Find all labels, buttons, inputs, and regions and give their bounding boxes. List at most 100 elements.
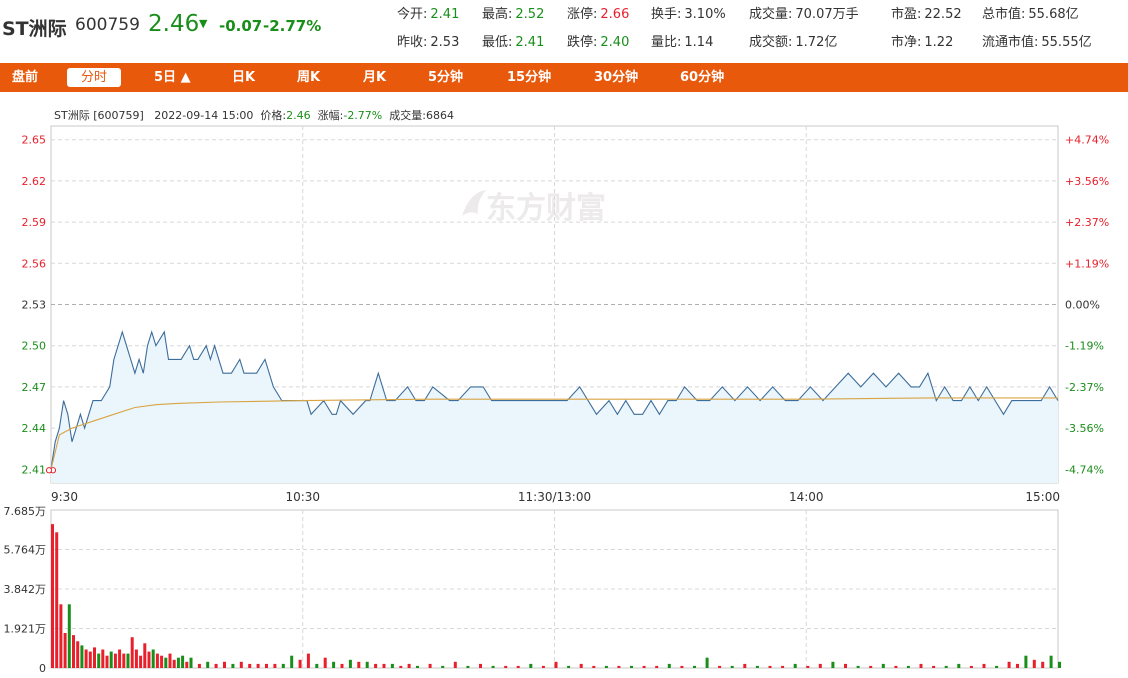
volume-bar[interactable] [357,661,361,668]
volume-bar[interactable] [491,665,495,668]
volume-bar[interactable] [93,647,96,668]
volume-bar[interactable] [630,665,633,668]
volume-bar[interactable] [730,665,734,668]
volume-bar[interactable] [755,665,759,668]
volume-bar[interactable] [906,665,910,668]
volume-bar[interactable] [781,665,785,668]
volume-bar[interactable] [390,663,394,668]
volume-bar[interactable] [667,663,671,668]
volume-bar[interactable] [869,665,873,668]
volume-bar[interactable] [806,665,810,668]
volume-bar[interactable] [680,665,684,668]
volume-bar[interactable] [831,661,835,668]
volume-bar[interactable] [365,661,369,668]
volume-bar[interactable] [298,659,302,668]
volume-bar[interactable] [97,653,101,668]
volume-bar[interactable] [693,665,696,668]
volume-bar[interactable] [1007,661,1011,668]
volume-bar[interactable] [248,663,252,668]
volume-bar[interactable] [84,649,88,669]
volume-bar[interactable] [592,665,596,668]
volume-bar[interactable] [231,663,235,668]
volume-bar[interactable] [982,663,986,668]
volume-bar[interactable] [323,657,327,668]
volume-bar[interactable] [130,637,134,668]
volume-bar[interactable] [340,663,344,668]
volume-bar[interactable] [793,663,797,668]
volume-bar[interactable] [932,665,936,668]
volume-bar[interactable] [67,604,71,668]
volume-bar[interactable] [105,655,109,668]
volume-bar[interactable] [579,663,583,668]
volume-bar[interactable] [768,665,772,668]
volume-bar[interactable] [1041,661,1045,668]
volume-bar[interactable] [453,661,457,668]
intraday-chart[interactable]: 东方财富 2.65 +4.74% 2.62 +3.56% 2.59 +2.37% 2.56 +1… [0,0,1128,678]
volume-bar[interactable] [168,653,172,668]
volume-bar[interactable] [1024,655,1028,668]
volume-bar[interactable] [306,653,310,668]
volume-bar[interactable] [290,655,294,668]
volume-bar[interactable] [176,657,180,668]
volume-bar[interactable] [466,665,470,668]
volume-bar[interactable] [256,663,260,668]
volume-bar[interactable] [529,663,533,668]
volume-bar[interactable] [399,665,403,668]
volume-bar[interactable] [189,657,193,668]
volume-bar[interactable] [139,655,143,668]
volume-bar[interactable] [416,665,419,668]
volume-bar[interactable] [185,661,189,668]
volume-bar[interactable] [160,655,164,668]
volume-bar[interactable] [151,649,155,669]
volume-bar[interactable] [428,663,432,668]
volume-bar[interactable] [957,663,961,668]
volume-bar[interactable] [894,665,898,668]
volume-bar[interactable] [265,663,268,668]
volume-bar[interactable] [407,663,411,668]
volume-bar[interactable] [109,651,113,668]
volume-bar[interactable] [76,641,80,668]
volume-bar[interactable] [554,661,558,668]
volume-bar[interactable] [374,663,378,668]
volume-bar[interactable] [718,665,722,668]
volume-bar[interactable] [118,649,122,669]
volume-bar[interactable] [504,665,508,668]
volume-bar[interactable] [1016,663,1019,668]
volume-bar[interactable] [126,653,130,668]
volume-bar[interactable] [147,651,151,668]
volume-bar[interactable] [818,663,822,668]
volume-bar[interactable] [541,665,545,668]
volume-bar[interactable] [919,663,923,668]
volume-bar[interactable] [441,665,445,668]
volume-bar[interactable] [155,653,159,668]
volume-bar[interactable] [239,661,243,668]
volume-bar[interactable] [332,661,336,668]
volume-bar[interactable] [655,665,659,668]
volume-bar[interactable] [134,649,138,669]
volume-bar[interactable] [856,665,860,668]
volume-bar[interactable] [214,663,218,668]
volume-bar[interactable] [59,604,63,668]
volume-bar[interactable] [72,635,75,668]
volume-bar[interactable] [181,655,185,668]
volume-bar[interactable] [80,645,84,668]
volume-bar[interactable] [223,661,226,668]
volume-bar[interactable] [844,663,847,668]
volume-bar[interactable] [604,665,608,668]
volume-bar[interactable] [273,663,277,668]
volume-bar[interactable] [969,665,973,668]
volume-bar[interactable] [101,649,105,669]
volume-bar[interactable] [705,657,709,668]
volume-bar[interactable] [995,665,999,668]
volume-bar[interactable] [382,663,386,668]
volume-bar[interactable] [1032,659,1036,668]
volume-bar[interactable] [944,665,948,668]
volume-bar[interactable] [88,651,92,668]
volume-bar[interactable] [479,663,482,668]
volume-bar[interactable] [122,653,126,668]
volume-bar[interactable] [642,665,646,668]
volume-bar[interactable] [881,663,885,668]
volume-bar[interactable] [743,663,747,668]
volume-bar[interactable] [164,657,168,668]
volume-bar[interactable] [197,663,201,668]
